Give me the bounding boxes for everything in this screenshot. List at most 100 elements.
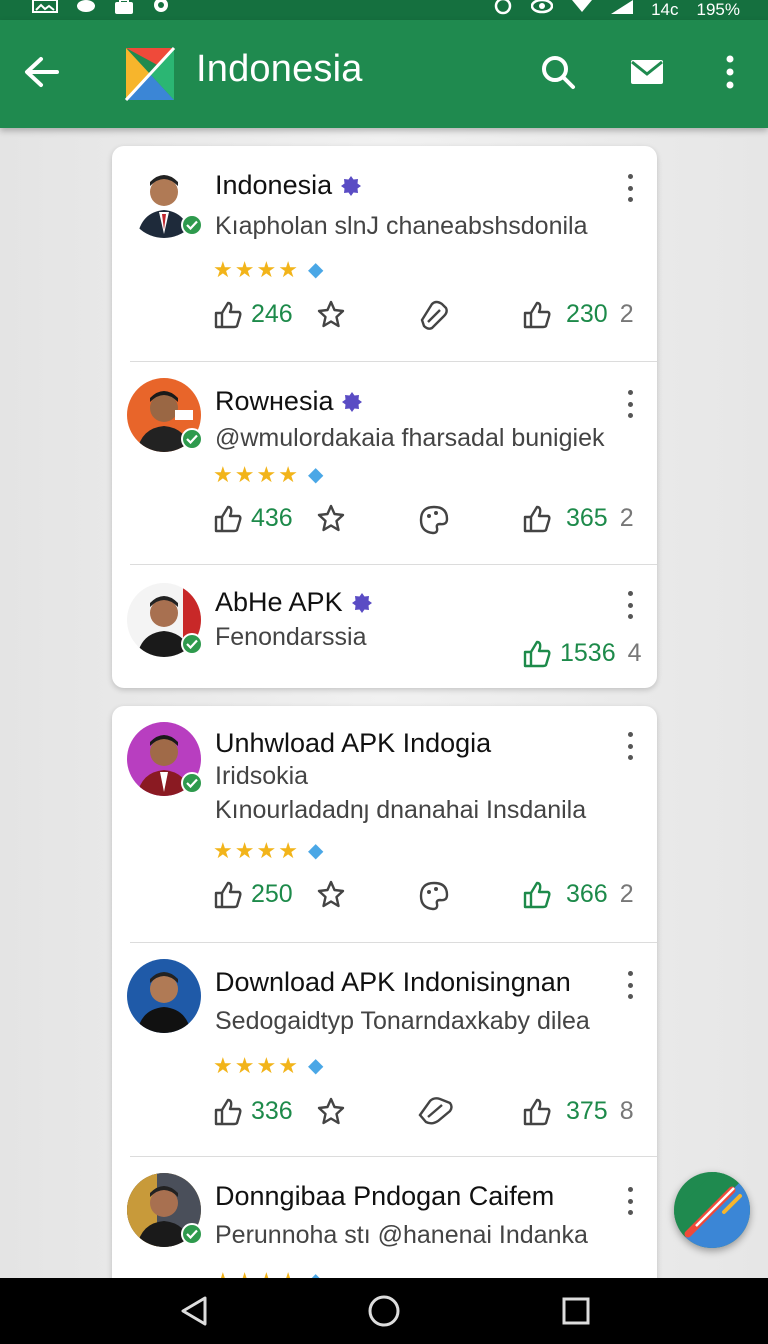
like-left-button[interactable]: 336 [213, 1097, 293, 1126]
item-subtitle: Sedogaidtyp Tonarndaxkaby dilea [215, 1007, 590, 1035]
more-options-button[interactable] [623, 174, 637, 202]
page-title: Indonesia [196, 48, 363, 90]
action-row: 336 375 8 [213, 1097, 643, 1131]
star-icon: ★ [213, 462, 233, 487]
item-subtitle: Kıapholan slnJ chaneabshsdonila [215, 212, 588, 240]
thumb-up-outline-icon [523, 505, 551, 532]
thumb-up-outline-icon [523, 881, 551, 908]
share-button[interactable] [418, 1097, 454, 1125]
like-left-button[interactable]: 250 [213, 880, 293, 909]
post-card: Unhwload APK Indogia Iridsokia Kınourlad… [112, 706, 657, 1306]
like-count: 250 [251, 880, 293, 908]
favorite-button[interactable] [316, 300, 346, 328]
app-bar: Indonesia [0, 20, 768, 128]
avatar[interactable] [127, 378, 203, 452]
like-right-button[interactable]: 366 2 [522, 880, 634, 909]
item-description: Kınourladadnȷ dnanahai Insdanila [215, 796, 587, 824]
trailing-count: 4 [627, 639, 642, 667]
item-title: AbHe APK [215, 587, 373, 618]
more-options-button[interactable] [623, 390, 637, 418]
like-count: 436 [251, 504, 293, 532]
like-right-button[interactable]: 230 2 [522, 300, 634, 329]
rating: ★★★★◆ [213, 464, 323, 486]
like-left-button[interactable]: 246 [213, 300, 293, 329]
avatar[interactable] [127, 722, 203, 796]
list-item[interactable]: Indonesia Kıapholan slnJ chaneabshsdonil… [112, 146, 657, 361]
favorite-button[interactable] [316, 504, 346, 532]
verified-badge-icon [181, 428, 203, 450]
thumb-up-outline-icon [523, 301, 551, 328]
more-options-button[interactable] [623, 591, 637, 619]
share-button[interactable] [418, 300, 450, 330]
diamond-icon: ◆ [307, 259, 324, 281]
item-title: Rowнesia [215, 386, 363, 417]
nav-back-button[interactable] [176, 1294, 212, 1328]
search-button[interactable] [538, 52, 578, 92]
thumb-up-outline-icon [523, 640, 551, 667]
list-item[interactable]: Unhwload APK Indogia Iridsokia Kınourlad… [112, 706, 657, 942]
like-count: 1536 [560, 639, 616, 667]
badge-icon [351, 592, 372, 613]
mail-button[interactable] [627, 52, 667, 92]
more-vert-icon [726, 55, 734, 89]
mail-icon [631, 60, 663, 84]
like-right-button[interactable]: 365 2 [522, 504, 634, 533]
nav-back-icon [181, 1296, 207, 1326]
star-icon: ★ [256, 1053, 277, 1078]
list-item[interactable]: Rowнesia @wmulordakaia fharsadal bunigie… [112, 362, 657, 564]
star-icon: ★ [234, 838, 255, 863]
star-icon: ★ [213, 257, 233, 282]
app-logo [120, 44, 180, 104]
list-item[interactable]: Download APK Indonisingnan Sedogaidtyp T… [112, 943, 657, 1156]
more-options-button[interactable] [623, 1187, 637, 1215]
trailing-count: 2 [619, 880, 634, 908]
avatar[interactable] [127, 959, 201, 1033]
star-icon: ★ [256, 838, 277, 863]
search-icon [542, 56, 575, 89]
item-title: Donngibaa Pndogan Caifem [215, 1181, 555, 1211]
nav-home-icon [368, 1295, 400, 1327]
rating: ★★★★◆ [213, 259, 323, 281]
star-icon: ★ [234, 257, 255, 282]
like-count: 375 [566, 1097, 608, 1125]
trailing-count: 2 [619, 300, 634, 328]
favorite-button[interactable] [316, 1097, 346, 1125]
more-options-button[interactable] [623, 971, 637, 999]
back-button[interactable] [22, 50, 60, 94]
list-item[interactable]: AbHe APK Fenondarssia 1536 4 [112, 565, 657, 688]
briefcase-icon [114, 0, 134, 20]
favorite-button[interactable] [316, 880, 346, 908]
item-subtitle: @wmulordakaia fharsadal bunigiek [215, 424, 605, 452]
image-icon [32, 0, 58, 20]
star-outline-icon [317, 504, 345, 532]
like-right-button[interactable]: 375 8 [522, 1097, 634, 1126]
more-button[interactable] [710, 52, 750, 92]
like-right-button[interactable]: 1536 4 [522, 639, 642, 668]
item-title: Unhwload APK Indogia [215, 728, 492, 758]
avatar[interactable] [127, 1173, 203, 1247]
avatar[interactable] [127, 164, 203, 238]
like-count: 365 [566, 504, 608, 532]
share-button[interactable] [418, 504, 450, 536]
star-icon: ★ [256, 462, 277, 487]
more-options-button[interactable] [623, 732, 637, 760]
nav-recents-button[interactable] [558, 1294, 594, 1328]
nav-home-button[interactable] [366, 1294, 402, 1328]
action-row: 250 366 2 [213, 880, 643, 914]
rating: ★★★★◆ [213, 840, 323, 862]
star-icon: ★ [256, 257, 277, 282]
post-card: Indonesia Kıapholan slnJ chaneabshsdonil… [112, 146, 657, 688]
like-count: 230 [566, 300, 608, 328]
avatar[interactable] [127, 583, 203, 657]
share-button[interactable] [418, 880, 450, 912]
arrow-left-icon [25, 57, 59, 87]
diamond-icon: ◆ [307, 1055, 324, 1077]
thumb-up-outline-icon [214, 1098, 242, 1125]
thumb-up-outline-icon [214, 301, 242, 328]
star-icon: ★ [234, 462, 255, 487]
eye-icon [530, 0, 554, 21]
item-title: Download APK Indonisingnan [215, 967, 571, 997]
edit-fab-button[interactable] [674, 1172, 750, 1248]
like-left-button[interactable]: 436 [213, 504, 293, 533]
palette-icon [419, 881, 449, 911]
